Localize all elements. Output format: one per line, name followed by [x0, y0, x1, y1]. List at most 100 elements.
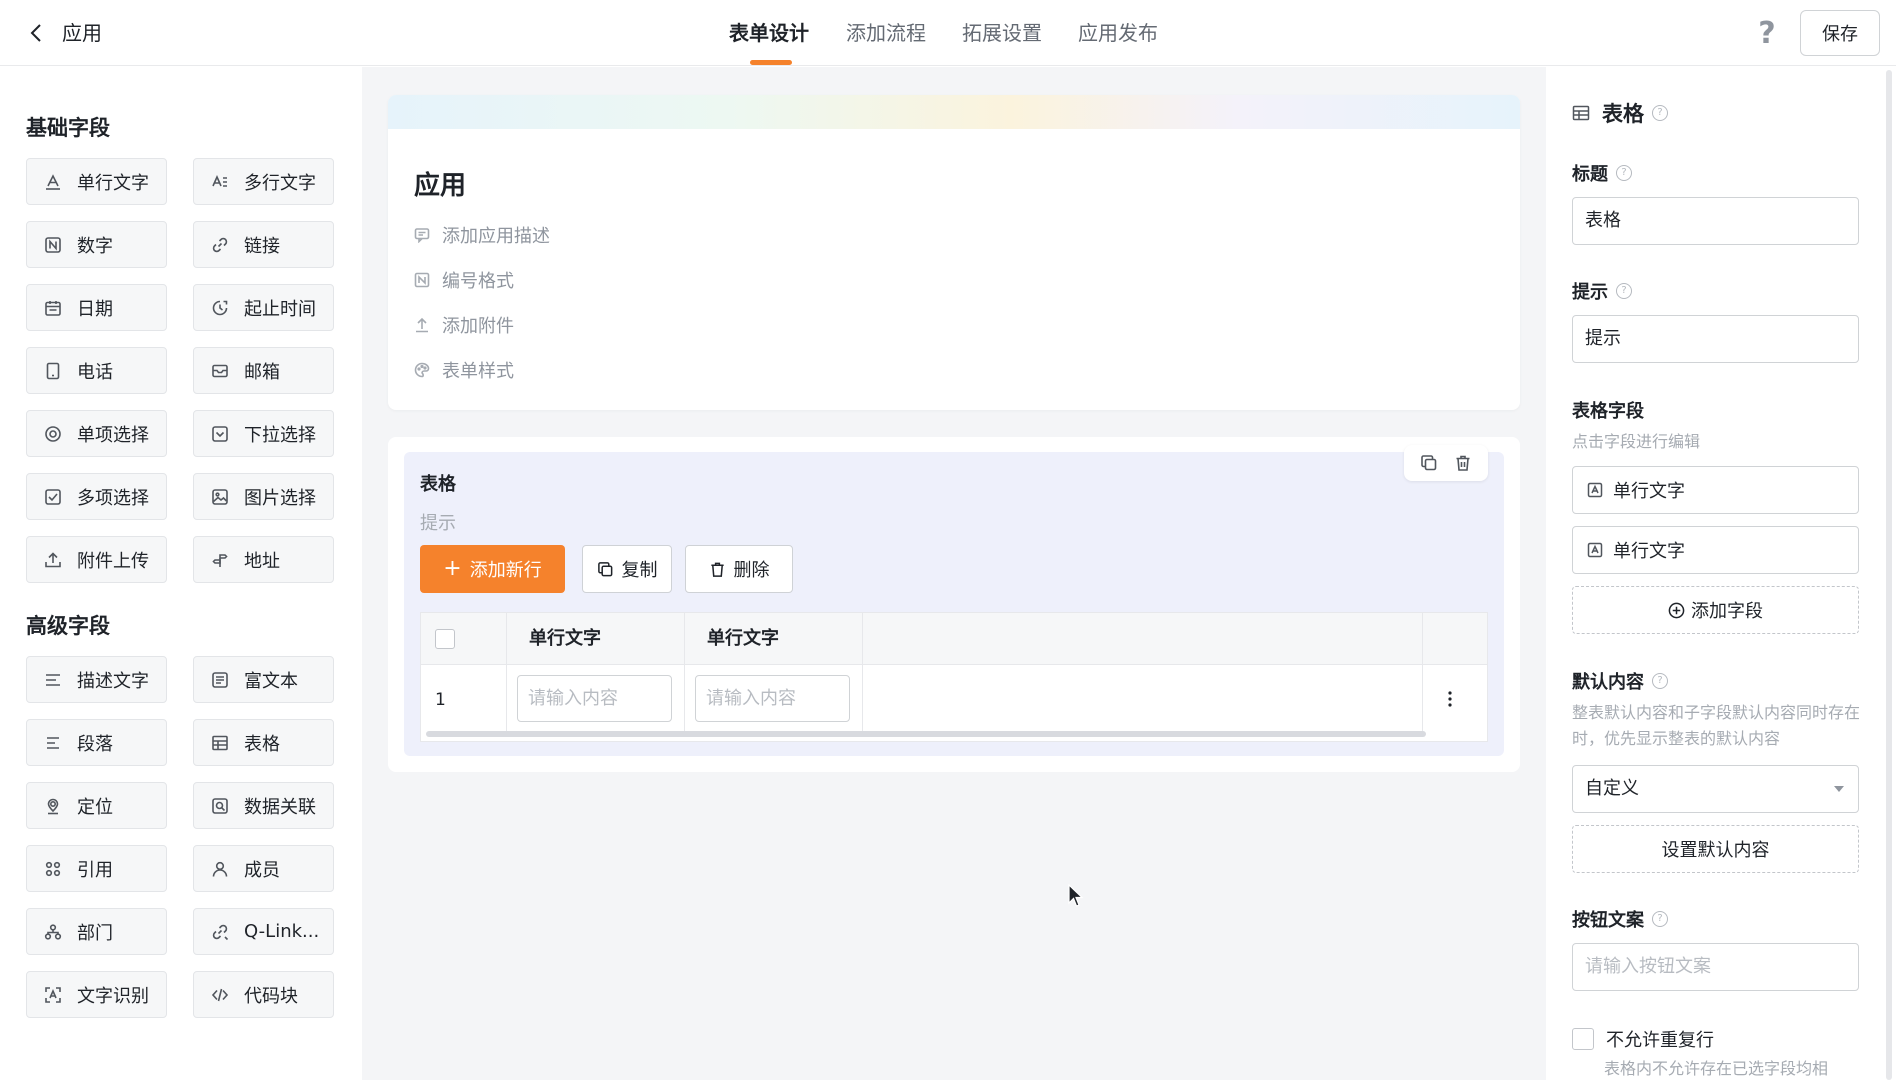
- field-type-button[interactable]: 定位: [26, 782, 167, 829]
- properties-header: 表格 ?: [1572, 98, 1668, 128]
- checkbox-icon: [43, 487, 63, 507]
- field-type-button[interactable]: 多行文字: [193, 158, 334, 205]
- field-type-button[interactable]: 部门: [26, 908, 167, 955]
- table-widget[interactable]: 表格 提示 + 添加新行 复制 删除 单行文字 单行文字 1 请输入内容 请输入…: [404, 445, 1504, 756]
- copy-row-button[interactable]: 复制: [582, 545, 672, 593]
- field-type-button[interactable]: 单行文字: [26, 158, 167, 205]
- help-circle-icon[interactable]: ?: [1652, 673, 1668, 689]
- column-divider: [862, 613, 863, 737]
- field-type-button[interactable]: 表格: [193, 719, 334, 766]
- back-button[interactable]: [22, 18, 52, 48]
- link-icon: [210, 235, 230, 255]
- field-type-label: 引用: [77, 859, 113, 881]
- panel-scrollbar[interactable]: [1886, 70, 1892, 1080]
- hint-input[interactable]: 提示: [1572, 315, 1859, 363]
- tab-app-publish[interactable]: 应用发布: [1078, 18, 1158, 48]
- app-title: 应用: [62, 21, 102, 45]
- horizontal-scrollbar[interactable]: [426, 731, 1426, 737]
- no-duplicate-checkbox[interactable]: [1572, 1028, 1594, 1050]
- field-type-button[interactable]: 描述文字: [26, 656, 167, 703]
- title-label: 标题?: [1572, 160, 1632, 186]
- column-header[interactable]: 单行文字: [529, 613, 601, 665]
- field-type-button[interactable]: 代码块: [193, 971, 334, 1018]
- code-icon: [210, 985, 230, 1005]
- cell-input[interactable]: 请输入内容: [695, 675, 850, 722]
- copy-row-label: 复制: [621, 560, 658, 581]
- save-button[interactable]: 保存: [1800, 10, 1880, 56]
- add-description-option[interactable]: 添加应用描述: [414, 223, 550, 247]
- button-text-input[interactable]: 请输入按钮文案: [1572, 943, 1859, 991]
- field-type-button[interactable]: 邮箱: [193, 347, 334, 394]
- field-type-button[interactable]: 起止时间: [193, 284, 334, 331]
- field-type-button[interactable]: 日期: [26, 284, 167, 331]
- help-circle-icon[interactable]: ?: [1652, 105, 1668, 121]
- field-type-button[interactable]: 地址: [193, 536, 334, 583]
- copy-icon: [597, 561, 612, 576]
- table-field-card[interactable]: 表格 提示 + 添加新行 复制 删除 单行文字 单行文字 1 请输入内容 请输入…: [388, 437, 1520, 772]
- title-input[interactable]: 表格: [1572, 197, 1859, 245]
- subfield-item[interactable]: 单行文字: [1572, 466, 1859, 514]
- field-type-button[interactable]: 下拉选择: [193, 410, 334, 457]
- form-title[interactable]: 应用: [414, 165, 466, 202]
- help-circle-icon[interactable]: ?: [1616, 283, 1632, 299]
- help-circle-icon[interactable]: ?: [1652, 911, 1668, 927]
- field-type-button[interactable]: 电话: [26, 347, 167, 394]
- field-type-button[interactable]: 文字识别: [26, 971, 167, 1018]
- department-icon: [43, 922, 63, 942]
- field-type-label: 富文本: [244, 670, 298, 692]
- no-duplicate-option[interactable]: 不允许重复行: [1572, 1026, 1714, 1052]
- table-title: 表格: [420, 474, 456, 495]
- row-more-button[interactable]: [1435, 675, 1465, 723]
- form-header-card[interactable]: 应用 添加应用描述 编号格式 添加附件 表单样式: [388, 95, 1520, 410]
- field-type-button[interactable]: 多项选择: [26, 473, 167, 520]
- delete-row-label: 删除: [733, 560, 770, 581]
- help-icon[interactable]: ?: [1750, 16, 1784, 51]
- form-style-option[interactable]: 表单样式: [414, 358, 514, 382]
- default-content-select[interactable]: 自定义: [1572, 765, 1859, 813]
- select-all-checkbox[interactable]: [435, 629, 455, 649]
- field-type-label: 段落: [77, 733, 113, 755]
- cell-input[interactable]: 请输入内容: [517, 675, 672, 722]
- field-type-button[interactable]: 成员: [193, 845, 334, 892]
- reference-icon: [43, 859, 63, 879]
- add-row-button[interactable]: + 添加新行: [420, 545, 565, 593]
- field-type-button[interactable]: 引用: [26, 845, 167, 892]
- paragraph-icon: [43, 733, 63, 753]
- tab-extend-settings[interactable]: 拓展设置: [962, 18, 1042, 48]
- field-type-button[interactable]: 数据关联: [193, 782, 334, 829]
- number-format-icon: [414, 272, 430, 288]
- field-type-label: 文字识别: [77, 985, 149, 1007]
- subfield-item[interactable]: 单行文字: [1572, 526, 1859, 574]
- field-type-button[interactable]: 图片选择: [193, 473, 334, 520]
- tab-form-design[interactable]: 表单设计: [729, 18, 809, 48]
- add-field-button[interactable]: 添加字段: [1572, 586, 1859, 634]
- tab-add-flow[interactable]: 添加流程: [846, 18, 926, 48]
- field-type-button[interactable]: 链接: [193, 221, 334, 268]
- field-type-button[interactable]: Q-Link...: [193, 908, 334, 955]
- duplicate-widget-button[interactable]: [1420, 454, 1438, 472]
- column-header[interactable]: 单行文字: [707, 613, 779, 665]
- set-default-button[interactable]: 设置默认内容: [1572, 825, 1859, 873]
- column-divider: [506, 613, 507, 737]
- number-format-label: 编号格式: [442, 271, 514, 292]
- upload-icon: [43, 550, 63, 570]
- member-icon: [210, 859, 230, 879]
- copy-icon: [1421, 455, 1437, 471]
- field-type-label: 图片选择: [244, 487, 316, 509]
- form-style-label: 表单样式: [442, 361, 514, 382]
- delete-row-button[interactable]: 删除: [685, 545, 793, 593]
- number-format-option[interactable]: 编号格式: [414, 268, 514, 292]
- add-attachment-option[interactable]: 添加附件: [414, 313, 514, 337]
- help-circle-icon[interactable]: ?: [1616, 165, 1632, 181]
- data-link-icon: [210, 796, 230, 816]
- field-type-button[interactable]: 富文本: [193, 656, 334, 703]
- image-icon: [210, 487, 230, 507]
- table-hint: 提示: [420, 513, 456, 534]
- field-type-button[interactable]: 单项选择: [26, 410, 167, 457]
- field-type-button[interactable]: 数字: [26, 221, 167, 268]
- delete-widget-button[interactable]: [1454, 454, 1472, 472]
- add-attachment-label: 添加附件: [442, 316, 514, 337]
- field-type-label: 数字: [77, 235, 113, 257]
- field-type-button[interactable]: 附件上传: [26, 536, 167, 583]
- field-type-button[interactable]: 段落: [26, 719, 167, 766]
